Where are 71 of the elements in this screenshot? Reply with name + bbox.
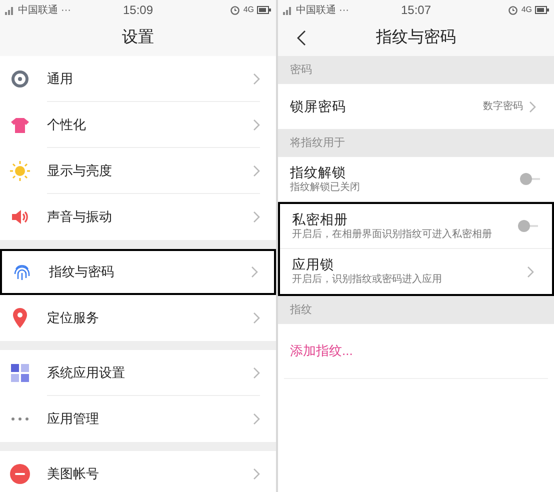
dots-icon — [11, 417, 29, 421]
settings-row[interactable]: 应用锁 开启后，识别指纹或密码进入应用 — [280, 249, 552, 294]
clock-time: 15:07 — [400, 2, 432, 19]
carrier-name: 中国联通 — [18, 4, 58, 18]
chevron-right-icon — [253, 312, 260, 324]
chevron-right-icon — [253, 118, 260, 130]
toggle-switch[interactable] — [518, 220, 538, 232]
row-title: 锁屏密码 — [290, 98, 347, 115]
carrier-name: 中国联通 — [296, 4, 336, 18]
item-label: 指纹与密码 — [49, 263, 115, 282]
row-title: 私密相册 — [292, 210, 349, 228]
chevron-right-icon — [253, 413, 260, 425]
chevron-right-icon — [253, 366, 260, 378]
settings-item[interactable]: 系统应用设置 — [0, 350, 276, 396]
signal-icon — [5, 6, 15, 14]
item-label: 定位服务 — [47, 309, 100, 328]
overflow-dots: ··· — [61, 4, 71, 18]
item-label: 声音与振动 — [47, 208, 113, 226]
add-fingerprint-link[interactable]: 添加指纹... — [290, 341, 353, 361]
chevron-right-icon — [253, 468, 260, 480]
shirt-icon — [11, 117, 29, 133]
settings-item[interactable]: 应用管理 — [0, 396, 276, 442]
battery-icon — [257, 6, 271, 14]
location-pin-icon — [12, 308, 28, 328]
signal-icon — [283, 6, 293, 14]
tiles-icon — [11, 364, 29, 382]
row-subtitle: 指纹解锁已关闭 — [290, 180, 361, 194]
network-type: 4G — [521, 4, 532, 16]
item-label: 个性化 — [47, 116, 87, 134]
row-value: 数字密码 — [483, 100, 523, 114]
settings-item[interactable]: 个性化 — [0, 102, 276, 148]
fingerprint-icon — [13, 263, 31, 281]
speaker-icon — [11, 209, 29, 225]
item-label: 美图帐号 — [47, 465, 100, 484]
item-label: 应用管理 — [47, 410, 100, 428]
settings-item[interactable]: 美图帐号 — [0, 451, 276, 492]
settings-item[interactable]: 指纹与密码 — [0, 249, 276, 295]
clock-time: 15:09 — [122, 2, 154, 19]
item-label: 系统应用设置 — [47, 364, 126, 382]
toggle-row[interactable]: 私密相册 开启后，在相册界面识别指纹可进入私密相册 — [280, 204, 552, 249]
screen-title: 指纹与密码 — [376, 28, 456, 48]
item-label: 通用 — [47, 70, 74, 88]
back-chevron-icon — [296, 30, 306, 46]
network-type: 4G — [243, 4, 254, 16]
chevron-right-icon — [253, 72, 260, 84]
row-title: 应用锁 — [292, 256, 335, 273]
sun-icon — [10, 161, 30, 181]
row-subtitle: 开启后，在相册界面识别指纹可进入私密相册 — [292, 228, 493, 242]
settings-item[interactable]: 显示与亮度 — [0, 148, 276, 194]
chevron-right-icon — [253, 211, 260, 223]
settings-row[interactable]: 锁屏密码 数字密码 — [278, 84, 554, 129]
row-title: 指纹解锁 — [290, 164, 347, 180]
settings-item[interactable]: 定位服务 — [0, 295, 276, 341]
item-label: 显示与亮度 — [47, 162, 113, 180]
chevron-right-icon — [251, 266, 258, 278]
section-header: 密码 — [290, 62, 312, 78]
section-header: 将指纹用于 — [290, 136, 345, 151]
chevron-right-icon — [253, 164, 260, 176]
screen-title: 设置 — [122, 28, 154, 48]
alarm-clock-icon — [508, 5, 518, 15]
row-subtitle: 开启后，识别指纹或密码进入应用 — [292, 273, 443, 287]
settings-item[interactable]: 声音与振动 — [0, 194, 276, 240]
chevron-right-icon — [529, 100, 536, 112]
toggle-switch[interactable] — [520, 173, 540, 185]
section-header: 指纹 — [290, 302, 312, 318]
round-badge-icon — [10, 464, 30, 484]
overflow-dots: ··· — [339, 4, 349, 18]
battery-icon — [535, 6, 549, 14]
alarm-clock-icon — [230, 5, 240, 15]
chevron-right-icon — [527, 266, 534, 278]
settings-item[interactable]: 通用 — [0, 56, 276, 102]
